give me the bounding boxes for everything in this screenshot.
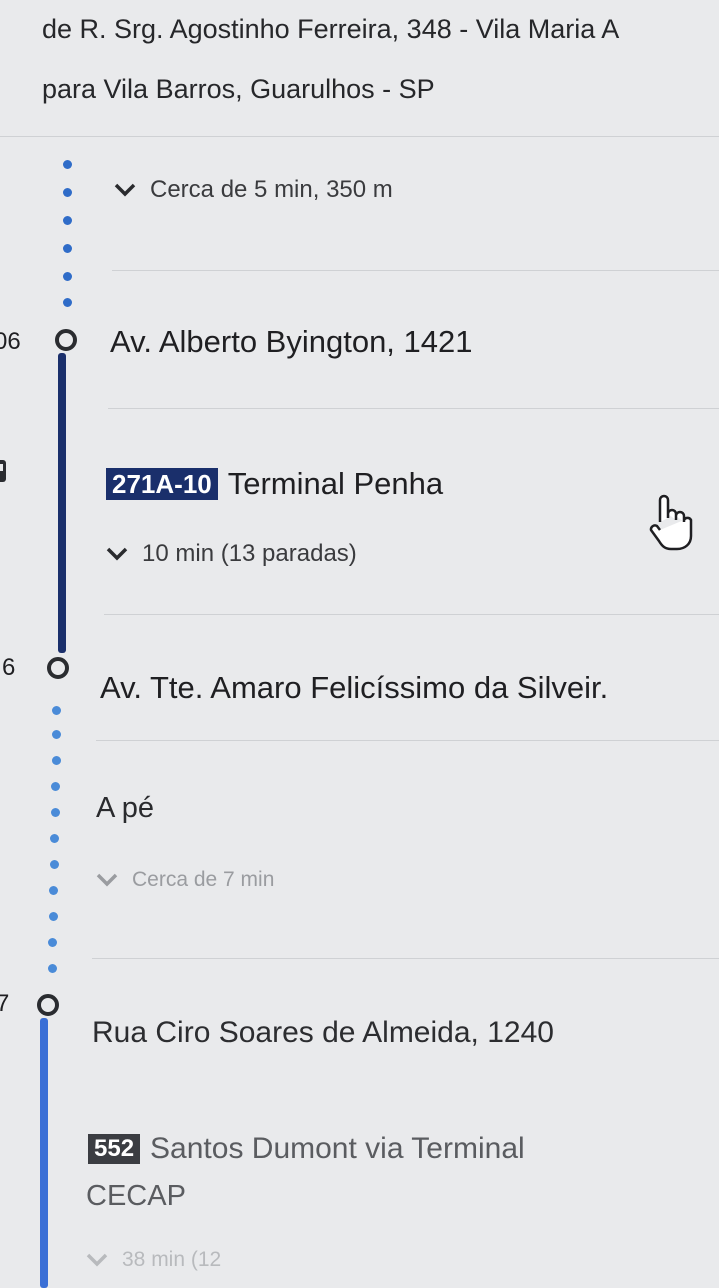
- header-divider: [0, 136, 719, 137]
- stop-3-time: 7: [0, 990, 10, 1017]
- chevron-down-icon: [114, 183, 136, 197]
- bus-2-summary: 38 min (12: [122, 1248, 222, 1271]
- chevron-down-icon: [96, 873, 118, 887]
- stop-3-name[interactable]: Rua Ciro Soares de Almeida, 1240: [92, 1016, 554, 1050]
- bus-icon: [0, 460, 6, 482]
- stop-3-node: [37, 994, 59, 1016]
- bus-1-route[interactable]: 271A-10 Terminal Penha: [106, 466, 443, 502]
- stop-1-node: [55, 329, 77, 351]
- route-origin: de R. Srg. Agostinho Ferreira, 348 - Vil…: [42, 14, 620, 44]
- bus-1-destination: Terminal Penha: [227, 466, 444, 501]
- bus-2-destination: Santos Dumont via Terminal: [150, 1132, 525, 1165]
- divider: [108, 408, 719, 409]
- chevron-down-icon: [86, 1253, 108, 1267]
- walk-2-label: A pé: [96, 792, 155, 824]
- divider: [92, 958, 719, 959]
- stop-1-time: 06: [0, 328, 21, 355]
- bus-2-route[interactable]: 552 Santos Dumont via Terminal: [88, 1132, 525, 1166]
- stop-1-name[interactable]: Av. Alberto Byington, 1421: [110, 324, 473, 360]
- divider: [112, 270, 719, 271]
- walk-1-summary: Cerca de 5 min, 350 m: [150, 176, 393, 203]
- chevron-down-icon: [106, 547, 128, 561]
- route-badge: 271A-10: [106, 467, 218, 501]
- stop-2-node: [47, 657, 69, 679]
- divider: [96, 740, 719, 741]
- divider: [104, 614, 719, 615]
- bus-1-expand[interactable]: 10 min (13 paradas): [106, 540, 357, 568]
- hand-pointer-icon: [649, 494, 693, 551]
- bus-1-route-line: [58, 353, 66, 653]
- bus-2-destination-cont: CECAP: [86, 1180, 186, 1212]
- stop-2-time: 6: [2, 654, 16, 681]
- walk-2-expand[interactable]: Cerca de 7 min: [96, 868, 274, 892]
- route-badge: 552: [88, 1133, 141, 1165]
- bus-1-summary: 10 min (13 paradas): [142, 540, 357, 567]
- walk-2-summary: Cerca de 7 min: [132, 868, 275, 891]
- bus-2-route-line: [40, 1018, 48, 1288]
- stop-2-name[interactable]: Av. Tte. Amaro Felicíssimo da Silveir.: [100, 670, 608, 706]
- bus-2-expand[interactable]: 38 min (12: [86, 1248, 221, 1272]
- route-destination: para Vila Barros, Guarulhos - SP: [42, 74, 435, 104]
- walk-1-expand[interactable]: Cerca de 5 min, 350 m: [114, 176, 393, 204]
